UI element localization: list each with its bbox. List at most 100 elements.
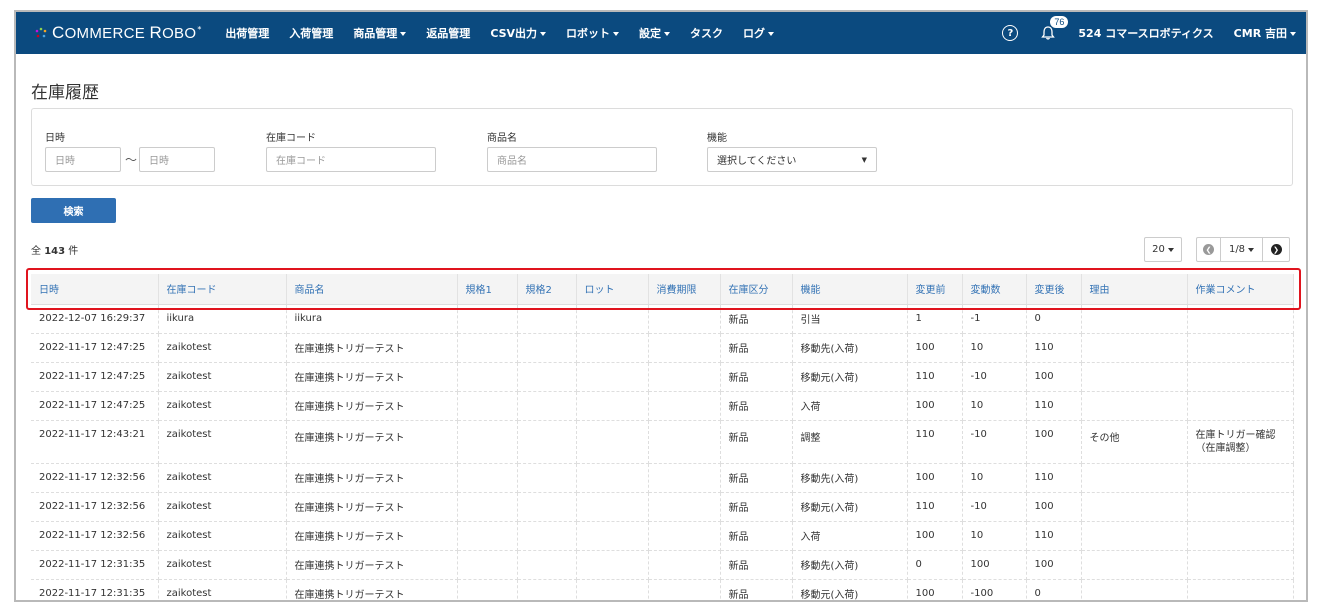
- table-cell: 2022-11-17 12:47:25: [31, 391, 159, 421]
- search-button[interactable]: 検索: [31, 198, 116, 223]
- column-header[interactable]: 日時: [31, 274, 159, 305]
- datetime-to-input[interactable]: 日時: [139, 147, 215, 172]
- table-cell: [1187, 492, 1294, 522]
- table-cell: zaikotest: [158, 420, 287, 464]
- nav-item-label: ログ: [743, 27, 766, 40]
- table-cell: 移動元(入荷): [792, 362, 908, 392]
- nav-item-5[interactable]: ロボット: [566, 25, 620, 41]
- table-cell: 110: [1026, 463, 1082, 493]
- table-cell: 在庫連携トリガーテスト: [286, 391, 458, 421]
- table-cell: zaikotest: [158, 463, 287, 493]
- user-menu[interactable]: CMR 吉田: [1234, 25, 1296, 41]
- table-cell: 2022-11-17 12:43:21: [31, 420, 159, 464]
- function-select-value: 選択してください: [717, 156, 797, 167]
- table-cell: [1081, 333, 1188, 363]
- table-cell: 0: [1026, 579, 1082, 600]
- logo-icon: [35, 27, 47, 38]
- table-cell: [648, 463, 721, 493]
- column-header[interactable]: 変動数: [962, 274, 1027, 305]
- table-row: 2022-11-17 12:31:35 zaikotest 在庫連携トリガーテスト 新…: [31, 579, 1294, 600]
- table-cell: [1081, 391, 1188, 421]
- table-cell: [457, 391, 518, 421]
- chevron-down-icon: [400, 32, 407, 36]
- table-cell: [1187, 391, 1294, 421]
- table-cell: zaikotest: [158, 492, 287, 522]
- nav-item-4[interactable]: CSV出力: [490, 25, 547, 41]
- nav-item-0[interactable]: 出荷管理: [225, 25, 269, 41]
- table-cell: [576, 304, 649, 334]
- question-circle-icon[interactable]: ?: [1002, 25, 1019, 41]
- next-page-button[interactable]: ❯: [1263, 238, 1289, 261]
- notifications[interactable]: 76: [1040, 16, 1069, 41]
- column-header[interactable]: 機能: [792, 274, 908, 305]
- table-row: 2022-11-17 12:43:21 zaikotest 在庫連携トリガーテスト 新…: [31, 420, 1294, 464]
- table-cell: 0: [907, 550, 963, 580]
- column-header[interactable]: 消費期限: [648, 274, 721, 305]
- range-separator: 〜: [125, 153, 138, 167]
- datetime-from-input[interactable]: 日時: [45, 147, 121, 172]
- table-cell: zaikotest: [158, 521, 287, 551]
- table-row: 2022-11-17 12:32:56 zaikotest 在庫連携トリガーテスト 新…: [31, 463, 1294, 493]
- table-cell: [517, 579, 577, 600]
- column-header[interactable]: 変更後: [1026, 274, 1082, 305]
- column-header[interactable]: 規格1: [457, 274, 518, 305]
- top-navbar: COMMERCE ROBO * 出荷管理 入荷管理 商品管理 返品管理 CSV出力 ロボッ…: [16, 12, 1306, 54]
- product-name-input[interactable]: 商品名: [487, 147, 657, 172]
- table-cell: [457, 463, 518, 493]
- nav-item-8[interactable]: ログ: [743, 25, 775, 41]
- table-cell: [1187, 550, 1294, 580]
- table-cell: [517, 521, 577, 551]
- table-cell: [576, 521, 649, 551]
- table-cell: 新品: [720, 420, 793, 464]
- nav-item-label: 返品管理: [426, 27, 471, 40]
- page-select[interactable]: 1/8: [1221, 238, 1263, 261]
- column-header[interactable]: ロット: [576, 274, 649, 305]
- stock-code-input[interactable]: 在庫コード: [266, 147, 436, 172]
- table-cell: zaikotest: [158, 550, 287, 580]
- table-cell: 10: [962, 463, 1027, 493]
- column-header[interactable]: 在庫コード: [158, 274, 287, 305]
- table-cell: 110: [907, 420, 963, 464]
- table-cell: [1081, 521, 1188, 551]
- table-cell: [576, 550, 649, 580]
- per-page-select[interactable]: 20: [1144, 237, 1182, 262]
- table-cell: zaikotest: [158, 391, 287, 421]
- nav-item-6[interactable]: 設定: [639, 25, 671, 41]
- table-cell: 2022-11-17 12:32:56: [31, 492, 159, 522]
- result-count-suffix: 件: [68, 246, 79, 257]
- nav-item-7[interactable]: タスク: [690, 25, 723, 41]
- stock-code-label: 在庫コード: [266, 133, 316, 144]
- prev-page-button[interactable]: ❮: [1197, 238, 1221, 261]
- nav-item-2[interactable]: 商品管理: [353, 25, 407, 41]
- column-header[interactable]: 理由: [1081, 274, 1188, 305]
- history-table: 日時 在庫コード 商品名 規格1 規格2 ロット 消費期限 在庫区分 機能 変更前 変動数 変更後 理由…: [31, 274, 1294, 600]
- column-header[interactable]: 商品名: [286, 274, 458, 305]
- table-cell: 在庫連携トリガーテスト: [286, 362, 458, 392]
- table-cell: -10: [962, 492, 1027, 522]
- table-cell: [517, 304, 577, 334]
- column-header[interactable]: 規格2: [517, 274, 577, 305]
- column-header[interactable]: 在庫区分: [720, 274, 793, 305]
- table-cell: [517, 420, 577, 464]
- table-row: 2022-11-17 12:47:25 zaikotest 在庫連携トリガーテスト 新…: [31, 333, 1294, 363]
- table-cell: [1081, 463, 1188, 493]
- table-cell: [457, 492, 518, 522]
- table-cell: [1081, 362, 1188, 392]
- table-cell: 新品: [720, 492, 793, 522]
- table-cell: 入荷: [792, 521, 908, 551]
- table-cell: [576, 492, 649, 522]
- function-select[interactable]: 選択してください ▼: [707, 147, 877, 172]
- company-name[interactable]: 524 コマースロボティクス: [1078, 25, 1213, 41]
- table-cell: 移動先(入荷): [792, 550, 908, 580]
- nav-item-3[interactable]: 返品管理: [426, 25, 470, 41]
- nav-item-1[interactable]: 入荷管理: [289, 25, 333, 41]
- column-header[interactable]: 作業コメント: [1187, 274, 1294, 305]
- brand-logo[interactable]: COMMERCE ROBO *: [34, 12, 201, 54]
- product-name-label: 商品名: [487, 133, 517, 144]
- table-cell: 110: [1026, 521, 1082, 551]
- table-cell: [648, 550, 721, 580]
- table-cell: 移動先(入荷): [792, 333, 908, 363]
- table-cell: 100: [1026, 550, 1082, 580]
- table-cell: 在庫連携トリガーテスト: [286, 492, 458, 522]
- column-header[interactable]: 変更前: [907, 274, 963, 305]
